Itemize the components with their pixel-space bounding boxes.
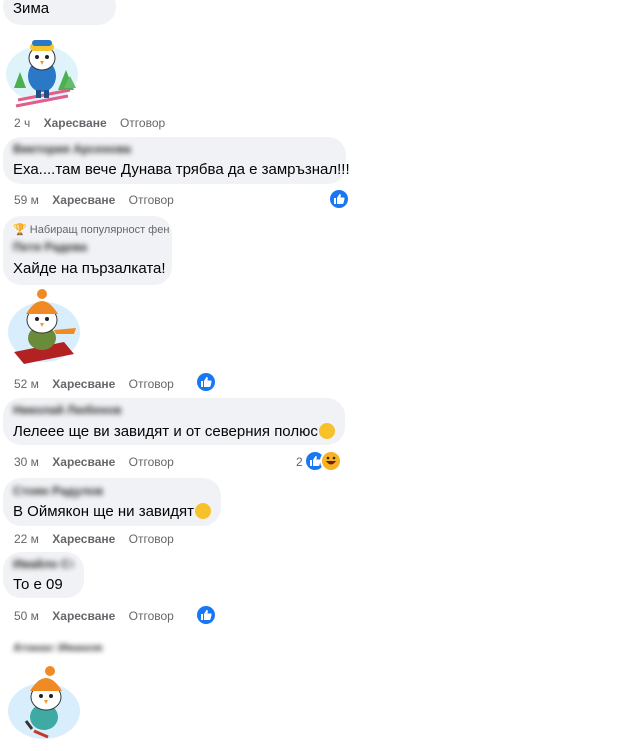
comment-text: Еха....там вече Дунава трябва да е замръ… — [13, 161, 350, 178]
comment-author[interactable]: Ивайло Ст. — [13, 557, 73, 571]
penguin-skating-sticker — [4, 665, 82, 745]
penguin-skier-sticker — [4, 30, 80, 108]
comment-bubble: Виктория Арсенова Еха....там вече Дунава… — [3, 137, 350, 184]
like-reaction-icon[interactable] — [197, 373, 215, 391]
reply-link[interactable]: Отговор — [129, 455, 174, 469]
reply-link[interactable]: Отговор — [129, 377, 174, 391]
haha-reaction-icon[interactable] — [322, 452, 340, 470]
like-link[interactable]: Харесване — [52, 377, 115, 391]
grinning-emoji-icon — [318, 423, 335, 439]
comment-meta: 59 м Харесване Отговор — [14, 193, 174, 207]
comment-author[interactable]: Атанас Иванов — [13, 641, 113, 651]
grinning-emoji-icon — [195, 503, 212, 519]
comment-text: Зима — [13, 0, 50, 17]
top-fan-badge: 🏆 Набиращ популярност фен — [13, 224, 170, 236]
reply-link[interactable]: Отговор — [120, 116, 165, 130]
like-link[interactable]: Харесване — [44, 116, 107, 130]
comment-meta: 22 м Харесване Отговор — [14, 532, 174, 546]
comment-bubble: Стоян Радулов В Оймякон ще ни завидят — [3, 478, 221, 526]
comment-time[interactable]: 50 м — [14, 609, 39, 623]
reaction-count[interactable]: 2 — [296, 455, 303, 469]
reply-link[interactable]: Отговор — [129, 532, 174, 546]
like-reaction-icon[interactable] — [197, 606, 215, 624]
comment-meta: 50 м Харесване Отговор — [14, 609, 174, 623]
comment-text: То е 09 — [13, 576, 63, 593]
comment-author[interactable]: Стоян Радулов — [13, 484, 103, 498]
like-link[interactable]: Харесване — [52, 193, 115, 207]
comment-text: Лелеее ще ви завидят и от северния полюс — [13, 423, 335, 440]
like-reaction-icon[interactable] — [330, 190, 348, 208]
comment-meta: 52 м Харесване Отговор — [14, 377, 174, 391]
comment-text: Хайде на пързалката! — [13, 260, 166, 277]
comment-meta: 2 ч Харесване Отговор — [14, 116, 165, 130]
comment-author[interactable]: Петя Радева — [13, 240, 113, 254]
comment-time[interactable]: 22 м — [14, 532, 39, 546]
comment-bubble: Ивайло Ст. То е 09 — [3, 552, 84, 598]
comment-time[interactable]: 2 ч — [14, 116, 30, 130]
trophy-icon: 🏆 — [13, 224, 27, 236]
comment-text: В Оймякон ще ни завидят — [13, 503, 212, 520]
comment-time[interactable]: 59 м — [14, 193, 39, 207]
comment-bubble: Зима — [3, 0, 116, 25]
comment-bubble: Николай Любенов Лелеее ще ви завидят и о… — [3, 398, 345, 445]
comment-bubble: 🏆 Набиращ популярност фен Петя Радева Ха… — [3, 216, 172, 285]
comment-time[interactable]: 30 м — [14, 455, 39, 469]
reply-link[interactable]: Отговор — [129, 609, 174, 623]
comment-author[interactable]: Николай Любенов — [13, 403, 123, 417]
comment-meta: 30 м Харесване Отговор — [14, 455, 174, 469]
like-link[interactable]: Харесване — [52, 455, 115, 469]
like-link[interactable]: Харесване — [52, 609, 115, 623]
like-link[interactable]: Харесване — [52, 532, 115, 546]
penguin-sled-sticker — [4, 288, 82, 368]
reply-link[interactable]: Отговор — [129, 193, 174, 207]
comment-time[interactable]: 52 м — [14, 377, 39, 391]
comment-author[interactable]: Виктория Арсенова — [13, 142, 163, 156]
